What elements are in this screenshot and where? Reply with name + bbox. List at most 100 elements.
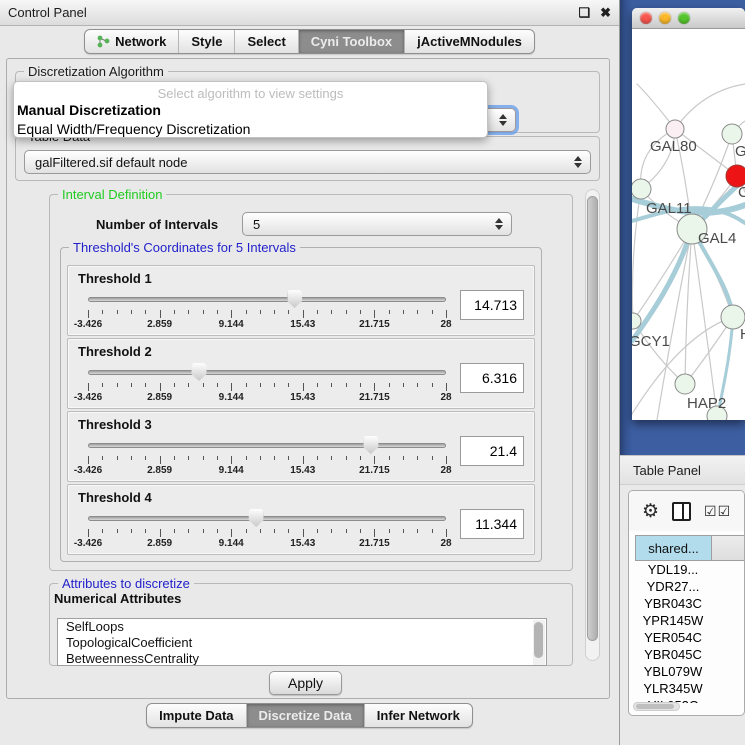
checkbox-icons[interactable]: ☑☑ bbox=[704, 503, 731, 520]
table-row[interactable]: YLR345WYLR3 bbox=[635, 680, 745, 697]
threshold-label: Threshold 2 bbox=[78, 344, 524, 359]
network-node-label: GAL4 bbox=[698, 230, 736, 247]
scrollbar-thumb[interactable] bbox=[636, 704, 674, 709]
threshold-value-field[interactable]: 11.344 bbox=[460, 509, 524, 539]
network-node[interactable] bbox=[632, 179, 651, 199]
table-row[interactable]: YER054CYER0 bbox=[635, 629, 745, 646]
algorithm-dropdown-popup: Select algorithm to view settings Manual… bbox=[13, 81, 488, 138]
threshold-slider[interactable]: -3.4262.8599.14415.4321.71528 bbox=[88, 288, 446, 330]
network-edge bbox=[675, 84, 745, 129]
thresholds-group: Threshold's Coordinates for 5 Intervals … bbox=[60, 247, 542, 562]
algorithm-popup-item[interactable]: Equal Width/Frequency Discretization bbox=[14, 120, 487, 139]
slider-tick bbox=[317, 310, 318, 314]
zoom-traffic-light[interactable] bbox=[678, 12, 690, 24]
slider-tick bbox=[360, 456, 361, 460]
table-row[interactable]: YBR045CYBR0 bbox=[635, 646, 745, 663]
table-cell: YBR045C bbox=[635, 646, 711, 663]
apply-button[interactable]: Apply bbox=[269, 671, 342, 695]
table-column-header[interactable]: shared... bbox=[636, 536, 712, 560]
slider-tick bbox=[160, 383, 161, 391]
main-vertical-scrollbar[interactable] bbox=[585, 189, 600, 661]
slider-tick bbox=[160, 529, 161, 537]
table-row[interactable]: YBL079WYBL0 bbox=[635, 663, 745, 680]
tab-cyni-toolbox[interactable]: Cyni Toolbox bbox=[298, 30, 404, 53]
tab-label: Cyni Toolbox bbox=[311, 34, 392, 49]
table-cell: YBR0 bbox=[711, 646, 745, 663]
table-data-combobox[interactable]: galFiltered.sif default node bbox=[24, 150, 591, 174]
slider-tick bbox=[317, 383, 318, 387]
slider-track[interactable] bbox=[88, 516, 446, 521]
attribute-list-item[interactable]: TopologicalCoefficient bbox=[58, 635, 546, 651]
interval-definition-group-title: Interval Definition bbox=[58, 187, 166, 202]
tab-style[interactable]: Style bbox=[178, 30, 234, 53]
right-workspace: GAL80GACGAL11GAL4GCY1HHAP2 Table Panel ⚙… bbox=[620, 0, 745, 745]
table-horizontal-scrollbar[interactable] bbox=[633, 702, 680, 711]
network-node[interactable] bbox=[722, 124, 742, 144]
threshold-value-field[interactable]: 21.4 bbox=[460, 436, 524, 466]
slider-tick bbox=[246, 529, 247, 533]
scrollbar-thumb[interactable] bbox=[534, 622, 543, 658]
table-row[interactable]: YBR043CYBR0 bbox=[635, 595, 745, 612]
threshold-value-field[interactable]: 14.713 bbox=[460, 290, 524, 320]
slider-track[interactable] bbox=[88, 370, 446, 375]
numerical-attributes-label: Numerical Attributes bbox=[54, 591, 181, 606]
algorithm-popup-item[interactable]: Manual Discretization bbox=[14, 101, 487, 120]
close-icon[interactable]: ✖ bbox=[600, 6, 611, 19]
tab-select[interactable]: Select bbox=[234, 30, 297, 53]
tab-network[interactable]: Network bbox=[85, 30, 178, 53]
slider-track[interactable] bbox=[88, 443, 446, 448]
slider-tick bbox=[446, 383, 447, 391]
cyni-bottom-tabbar: Impute Data Discretize Data Infer Network bbox=[146, 703, 473, 728]
slider-tick bbox=[102, 529, 103, 533]
network-view-window[interactable]: GAL80GACGAL11GAL4GCY1HHAP2 bbox=[632, 8, 745, 420]
float-icon[interactable]: ❏ bbox=[578, 6, 590, 19]
slider-tick bbox=[303, 310, 304, 318]
threshold-slider[interactable]: -3.4262.8599.14415.4321.71528 bbox=[88, 434, 446, 476]
slider-track[interactable] bbox=[88, 297, 446, 302]
attribute-list-item[interactable]: BetweennessCentrality bbox=[58, 651, 546, 666]
bottom-tab-discretize-data[interactable]: Discretize Data bbox=[246, 704, 364, 727]
table-cell: YBL079W bbox=[635, 663, 711, 680]
table-cell: YDR27... bbox=[635, 578, 711, 595]
table-row[interactable]: YPR145WYPR1 bbox=[635, 612, 745, 629]
threshold-value-field[interactable]: 6.316 bbox=[460, 363, 524, 393]
bottom-tab-label: Discretize Data bbox=[259, 708, 352, 723]
numerical-attributes-list[interactable]: SelfLoopsTopologicalCoefficientBetweenne… bbox=[57, 618, 547, 666]
network-edge bbox=[632, 189, 641, 321]
slider-tick bbox=[403, 529, 404, 533]
slider-thumb[interactable] bbox=[287, 290, 302, 308]
slider-tick bbox=[88, 529, 89, 537]
network-window-titlebar[interactable] bbox=[632, 8, 745, 29]
slider-tick bbox=[417, 456, 418, 460]
discretization-algorithm-group-title: Discretization Algorithm bbox=[24, 64, 168, 79]
bottom-tab-impute-data[interactable]: Impute Data bbox=[147, 704, 245, 727]
number-of-intervals-combobox[interactable]: 5 bbox=[242, 212, 512, 236]
slider-thumb[interactable] bbox=[363, 436, 378, 454]
close-traffic-light[interactable] bbox=[640, 12, 652, 24]
attributes-list-scrollbar[interactable] bbox=[533, 620, 545, 666]
network-node[interactable] bbox=[675, 374, 695, 394]
threshold-slider[interactable]: -3.4262.8599.14415.4321.71528 bbox=[88, 361, 446, 403]
table-column-header[interactable]: na bbox=[712, 536, 745, 560]
attribute-list-item[interactable]: SelfLoops bbox=[58, 619, 546, 635]
columns-icon[interactable] bbox=[672, 502, 691, 521]
slider-tick bbox=[174, 310, 175, 314]
table-row[interactable]: YDR27...YDR2 bbox=[635, 578, 745, 595]
slider-tick bbox=[160, 310, 161, 318]
slider-tick bbox=[446, 529, 447, 537]
slider-thumb[interactable] bbox=[249, 509, 264, 527]
network-node-label: GA bbox=[735, 143, 745, 160]
scrollbar-thumb[interactable] bbox=[587, 196, 598, 641]
table-row[interactable]: YDL19...YDL1 bbox=[635, 561, 745, 578]
threshold-slider[interactable]: -3.4262.8599.14415.4321.71528 bbox=[88, 507, 446, 549]
slider-thumb[interactable] bbox=[191, 363, 206, 381]
tab-jactivemnodules[interactable]: jActiveMNodules bbox=[404, 30, 534, 53]
bottom-tab-infer-network[interactable]: Infer Network bbox=[364, 704, 472, 727]
gear-icon[interactable]: ⚙ bbox=[642, 502, 659, 521]
network-canvas[interactable]: GAL80GACGAL11GAL4GCY1HHAP2 bbox=[632, 29, 745, 420]
table-cell: YIL0 bbox=[711, 697, 745, 703]
minimize-traffic-light[interactable] bbox=[659, 12, 671, 24]
combo-arrows-icon bbox=[574, 156, 582, 168]
slider-tick bbox=[432, 529, 433, 533]
network-node[interactable] bbox=[666, 120, 684, 138]
